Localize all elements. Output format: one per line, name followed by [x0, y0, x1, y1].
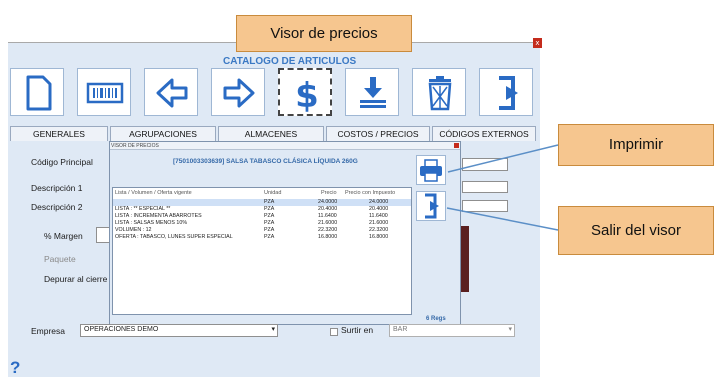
callout-connectors [446, 144, 559, 231]
screen: x CATALOGO DE ARTICULOS $ GENERALES AGRU… [0, 0, 719, 377]
